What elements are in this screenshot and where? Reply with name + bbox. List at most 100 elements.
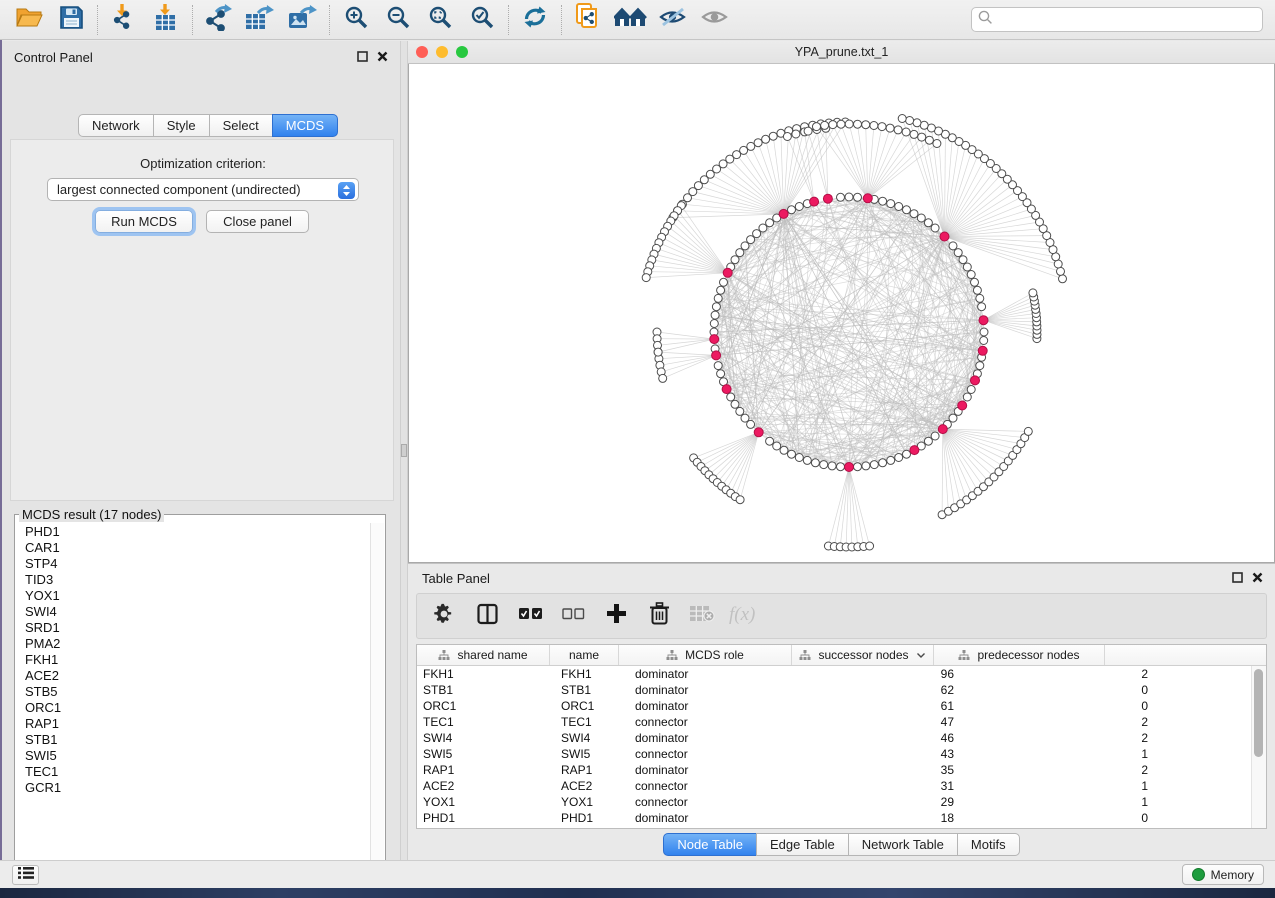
cell-name[interactable]: YOX1 xyxy=(555,795,629,809)
graph-node[interactable] xyxy=(720,278,728,286)
cell-MCDS-role[interactable]: dominator xyxy=(629,763,807,777)
table-row[interactable]: RAP1RAP1dominator352 xyxy=(417,762,1266,778)
graph-node[interactable] xyxy=(736,407,744,415)
graph-node[interactable] xyxy=(1024,427,1032,435)
graph-node[interactable] xyxy=(918,133,926,141)
mcds-result-item[interactable]: ACE2 xyxy=(25,668,370,684)
cell-successor-nodes[interactable]: 61 xyxy=(807,699,972,713)
cell-MCDS-role[interactable]: dominator xyxy=(629,667,807,681)
column-header-predecessor-nodes[interactable]: predecessor nodes xyxy=(934,645,1105,665)
graph-node[interactable] xyxy=(854,463,862,471)
cell-successor-nodes[interactable]: 35 xyxy=(807,763,972,777)
mcds-result-item[interactable]: SWI4 xyxy=(25,604,370,620)
graph-node[interactable] xyxy=(931,432,939,440)
graph-node[interactable] xyxy=(736,496,744,504)
mcds-node[interactable] xyxy=(938,425,947,434)
mcds-result-item[interactable]: YOX1 xyxy=(25,588,370,604)
graph-node[interactable] xyxy=(780,446,788,454)
graph-node[interactable] xyxy=(949,242,957,250)
graph-node[interactable] xyxy=(712,303,720,311)
export-network-button[interactable] xyxy=(198,3,240,37)
deselect-all-button[interactable] xyxy=(560,603,586,629)
graph-node[interactable] xyxy=(736,249,744,257)
graph-node[interactable] xyxy=(862,121,870,129)
tab-mcds[interactable]: MCDS xyxy=(272,114,338,137)
graph-node[interactable] xyxy=(1057,267,1065,275)
mcds-node[interactable] xyxy=(723,268,732,277)
table-scrollbar-thumb[interactable] xyxy=(1254,669,1263,757)
cell-name[interactable]: ORC1 xyxy=(555,699,629,713)
cell-predecessor-nodes[interactable]: 2 xyxy=(972,731,1166,745)
cell-shared-name[interactable]: RAP1 xyxy=(417,763,555,777)
graph-node[interactable] xyxy=(910,210,918,218)
cell-successor-nodes[interactable]: 47 xyxy=(807,715,972,729)
mcds-result-item[interactable]: FKH1 xyxy=(25,652,370,668)
cell-name[interactable]: RAP1 xyxy=(555,763,629,777)
search-box[interactable] xyxy=(971,7,1263,32)
cell-successor-nodes[interactable]: 31 xyxy=(807,779,972,793)
graph-node[interactable] xyxy=(804,127,812,135)
network-graph[interactable] xyxy=(409,64,1274,561)
search-input[interactable] xyxy=(993,12,1256,28)
mcds-node[interactable] xyxy=(754,428,763,437)
graph-node[interactable] xyxy=(773,442,781,450)
graph-node[interactable] xyxy=(903,450,911,458)
cell-predecessor-nodes[interactable]: 1 xyxy=(972,747,1166,761)
graph-node[interactable] xyxy=(949,414,957,422)
graph-node[interactable] xyxy=(924,437,932,445)
graph-node[interactable] xyxy=(837,463,845,471)
graph-node[interactable] xyxy=(903,206,911,214)
mcds-node[interactable] xyxy=(958,401,967,410)
cell-shared-name[interactable]: PHD1 xyxy=(417,811,555,825)
graph-node[interactable] xyxy=(783,133,791,141)
graph-node[interactable] xyxy=(976,294,984,302)
mcds-node[interactable] xyxy=(722,385,731,394)
cell-shared-name[interactable]: ACE2 xyxy=(417,779,555,793)
graph-node[interactable] xyxy=(845,120,853,128)
zoom-fit-button[interactable] xyxy=(419,3,461,37)
graph-node[interactable] xyxy=(747,420,755,428)
export-table-button[interactable] xyxy=(240,3,282,37)
graph-node[interactable] xyxy=(862,462,870,470)
graph-node[interactable] xyxy=(980,337,988,345)
cell-MCDS-role[interactable]: dominator xyxy=(629,683,807,697)
mcds-node[interactable] xyxy=(940,232,949,241)
graph-node[interactable] xyxy=(766,219,774,227)
first-neighbors-button[interactable] xyxy=(609,3,651,37)
graph-node[interactable] xyxy=(917,214,925,222)
table-row[interactable]: PHD1PHD1dominator180 xyxy=(417,810,1266,826)
settings-gear-button[interactable] xyxy=(431,603,457,629)
cell-predecessor-nodes[interactable]: 0 xyxy=(972,811,1166,825)
cell-MCDS-role[interactable]: connector xyxy=(629,795,807,809)
mcds-node[interactable] xyxy=(710,335,719,344)
cell-successor-nodes[interactable]: 46 xyxy=(807,731,972,745)
network-canvas[interactable] xyxy=(408,64,1275,563)
select-all-button[interactable] xyxy=(517,603,543,629)
cell-name[interactable]: SWI5 xyxy=(555,747,629,761)
graph-node[interactable] xyxy=(854,120,862,128)
graph-node[interactable] xyxy=(898,115,906,123)
cell-MCDS-role[interactable]: dominator xyxy=(629,699,807,713)
duplicate-network-button[interactable] xyxy=(567,3,609,37)
graph-node[interactable] xyxy=(978,303,986,311)
cell-shared-name[interactable]: TEC1 xyxy=(417,715,555,729)
graph-node[interactable] xyxy=(931,224,939,232)
graph-node[interactable] xyxy=(906,117,914,125)
mcds-node[interactable] xyxy=(863,194,872,203)
save-button[interactable] xyxy=(50,3,92,37)
cell-MCDS-role[interactable]: dominator xyxy=(629,811,807,825)
cell-predecessor-nodes[interactable]: 2 xyxy=(972,763,1166,777)
graph-node[interactable] xyxy=(870,461,878,469)
graph-node[interactable] xyxy=(887,200,895,208)
cell-MCDS-role[interactable]: connector xyxy=(629,747,807,761)
graph-node[interactable] xyxy=(1029,289,1037,297)
graph-node[interactable] xyxy=(971,278,979,286)
cell-successor-nodes[interactable]: 62 xyxy=(807,683,972,697)
graph-node[interactable] xyxy=(976,362,984,370)
graph-node[interactable] xyxy=(895,203,903,211)
graph-node[interactable] xyxy=(766,437,774,445)
cell-shared-name[interactable]: YOX1 xyxy=(417,795,555,809)
import-network-button[interactable] xyxy=(103,3,145,37)
graph-node[interactable] xyxy=(913,119,921,127)
graph-node[interactable] xyxy=(754,139,762,147)
